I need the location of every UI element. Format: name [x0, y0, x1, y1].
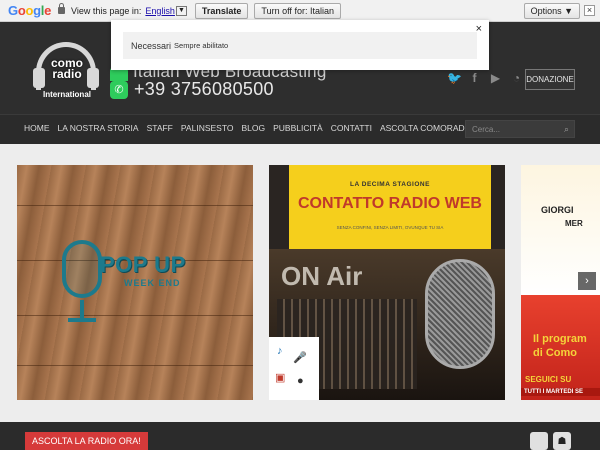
nav-item-home[interactable]: HOME — [24, 123, 50, 133]
twitter-icon[interactable]: 🐦 — [447, 72, 462, 85]
nav-item-contatti[interactable]: CONTATTI — [331, 123, 372, 133]
on-air-sign: ON Air — [281, 261, 363, 291]
contatto-title: CONTATTO RADIO WEB — [298, 195, 482, 212]
media-icons: ♪ 🎤 ▣ ● — [269, 337, 319, 400]
nav-item-pubblicita[interactable]: PUBBLICITÀ — [273, 123, 323, 133]
phone-number[interactable]: +39 3756080500 — [134, 79, 274, 100]
nav-item-ascolta[interactable]: ASCOLTA COMORADIO! — [380, 123, 476, 133]
phone-row: ✆ +39 3756080500 — [110, 79, 274, 100]
translate-button[interactable]: Translate — [194, 2, 249, 19]
contatto-sub: SENZA CONFINI, SENZA LIMITI, OVUNQUE TU … — [336, 225, 444, 230]
main-nav: HOME LA NOSTRA STORIA STAFF PALINSESTO B… — [0, 114, 600, 144]
donate-button[interactable]: DONAZIONE — [525, 69, 575, 90]
cookie-status: Sempre abilitato — [174, 41, 229, 50]
nav-item-storia[interactable]: LA NOSTRA STORIA — [58, 123, 139, 133]
cookie-necessary-row[interactable]: Necessari Sempre abilitato — [123, 32, 477, 59]
turn-off-button[interactable]: Turn off for: Italian — [254, 2, 341, 19]
logo-text: como radio — [50, 56, 83, 81]
giorgi-bottom: Il program di Como SEGUICI SU TUTTI I MA… — [521, 295, 600, 400]
wood-line — [17, 365, 253, 366]
google-translate-bar: Google View this page in: English ▼ Tran… — [0, 0, 600, 22]
options-button[interactable]: Options ▼ — [523, 3, 580, 19]
radio-icon: ▣ — [275, 372, 286, 384]
cookie-popup: Necessari Sempre abilitato × — [111, 20, 489, 70]
whatsapp-icon[interactable]: ✆ — [110, 80, 128, 99]
close-icon[interactable]: × — [476, 23, 482, 35]
rss-icon[interactable]: ◔ — [510, 72, 523, 85]
listen-now-button[interactable]: ASCOLTA LA RADIO ORA! — [25, 432, 148, 450]
search-icon[interactable]: ⌕ — [564, 124, 569, 135]
social-links: 🐦 f ▶ ◔ — [447, 72, 523, 85]
lock-icon — [58, 3, 66, 14]
slide-pop-up[interactable]: POP UP WEEK END — [17, 165, 253, 400]
apple-icon[interactable] — [530, 432, 548, 450]
youtube-icon[interactable]: ▶ — [489, 72, 502, 85]
google-logo: Google — [8, 3, 52, 18]
mic-stand — [80, 300, 84, 318]
language-link[interactable]: English — [145, 6, 175, 16]
mer-text: MER — [565, 219, 583, 228]
giorgi-text: GIORGI — [541, 205, 574, 215]
headphone-left — [33, 68, 45, 88]
seguici-text: SEGUICI SU — [525, 375, 572, 384]
wood-line — [17, 205, 253, 206]
close-translate-bar-icon[interactable]: × — [584, 5, 595, 16]
slide-contatto-radio-web[interactable]: ON Air LA DECIMA STAGIONE CONTATTO RADIO… — [269, 165, 505, 400]
studio-microphone — [425, 259, 495, 369]
nav-item-staff[interactable]: STAFF — [147, 123, 173, 133]
microphone-icon — [62, 240, 102, 298]
nav-items: HOME LA NOSTRA STORIA STAFF PALINSESTO B… — [24, 123, 484, 133]
player-bar: ASCOLTA LA RADIO ORA! ☗ — [0, 422, 600, 450]
translate-prompt: View this page in: — [71, 5, 142, 16]
site-logo[interactable]: como radio International — [33, 42, 99, 104]
app-store-icons: ☗ — [530, 432, 571, 450]
search-input[interactable]: Cerca... ⌕ — [465, 120, 575, 138]
headphone-right — [87, 68, 99, 88]
di-como-text: di Como — [533, 347, 577, 359]
slider-next-button[interactable]: › — [578, 272, 596, 290]
language-dropdown[interactable]: ▼ — [175, 5, 187, 16]
logo-subtext: International — [42, 90, 91, 99]
cookie-label: Necessari — [131, 40, 172, 51]
mic-base — [68, 318, 96, 322]
music-note-icon: ♪ — [277, 345, 283, 357]
remote-icon: ● — [297, 375, 304, 387]
slider-section: POP UP WEEK END ON Air LA DECIMA STAGION… — [0, 144, 600, 422]
facebook-icon[interactable]: f — [468, 72, 481, 85]
pop-up-logo: POP UP WEEK END — [62, 240, 212, 330]
programma-text: Il program — [533, 333, 587, 345]
android-icon[interactable]: ☗ — [553, 432, 571, 450]
microphone-icon: 🎤 — [293, 352, 307, 364]
search-placeholder: Cerca... — [472, 124, 501, 134]
nav-item-blog[interactable]: BLOG — [241, 123, 265, 133]
pop-up-subtitle: WEEK END — [124, 278, 181, 288]
martedi-text: TUTTI I MARTEDI SE — [521, 388, 600, 396]
pop-up-title: POP UP — [100, 252, 186, 277]
nav-item-palinsesto[interactable]: PALINSESTO — [181, 123, 234, 133]
contatto-banner: LA DECIMA STAGIONE CONTATTO RADIO WEB SE… — [289, 165, 491, 249]
contatto-kicker: LA DECIMA STAGIONE — [350, 181, 430, 188]
